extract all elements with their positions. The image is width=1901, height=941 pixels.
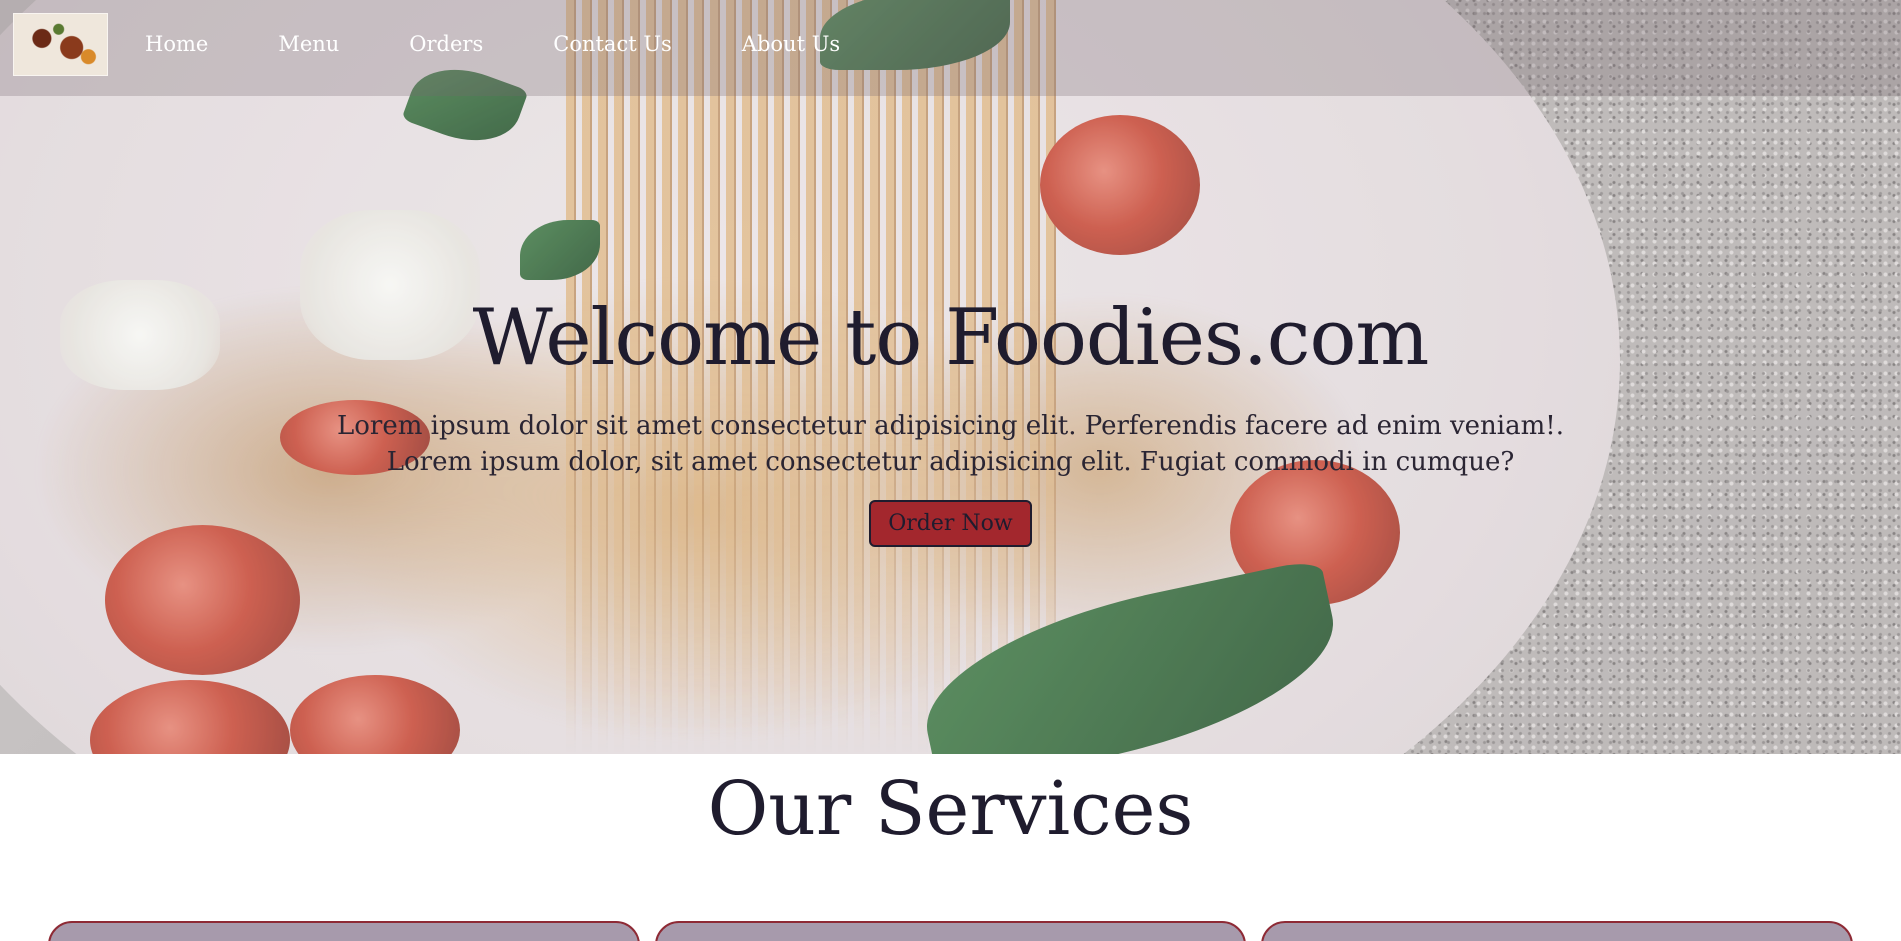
nav-link-menu[interactable]: Menu: [278, 32, 339, 56]
hero-content: Welcome to Foodies.com Lorem ipsum dolor…: [0, 290, 1901, 547]
nav-links: Home Menu Orders Contact Us About Us: [145, 32, 910, 56]
site-logo[interactable]: [13, 13, 108, 76]
nav-link-home[interactable]: Home: [145, 32, 208, 56]
hero-section: Welcome to Foodies.com Lorem ipsum dolor…: [0, 0, 1901, 754]
service-card: [1261, 921, 1854, 941]
services-cards: [48, 921, 1854, 941]
service-card: [48, 921, 640, 941]
nav-link-about-us[interactable]: About Us: [742, 32, 840, 56]
hero-title: Welcome to Foodies.com: [472, 293, 1430, 383]
services-title: Our Services: [707, 766, 1194, 852]
hero-description: Lorem ipsum dolor sit amet consectetur a…: [0, 408, 1901, 480]
nav-link-orders[interactable]: Orders: [409, 32, 483, 56]
service-card: [654, 921, 1247, 941]
order-now-button[interactable]: Order Now: [869, 500, 1032, 547]
hero-description-line-2: Lorem ipsum dolor, sit amet consectetur …: [386, 447, 1515, 477]
hero-description-line-1: Lorem ipsum dolor sit amet consectetur a…: [337, 411, 1564, 441]
navbar: Home Menu Orders Contact Us About Us: [0, 0, 1901, 96]
nav-link-contact-us[interactable]: Contact Us: [553, 32, 672, 56]
